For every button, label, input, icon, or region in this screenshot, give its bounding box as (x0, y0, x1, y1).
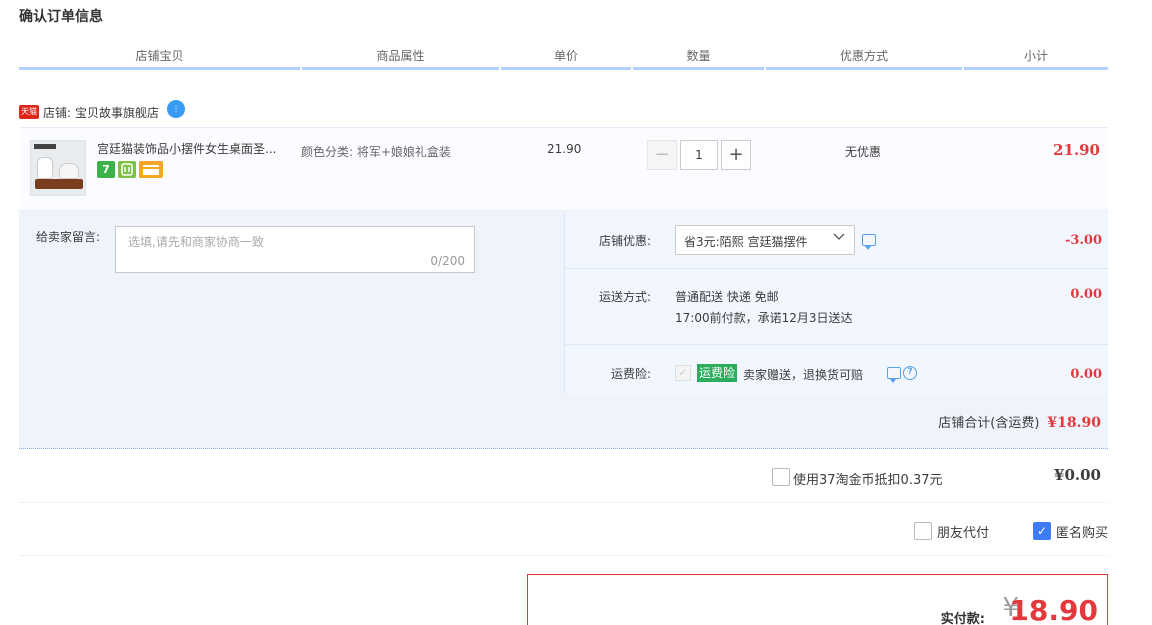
insurance-badge: 运费险 (697, 364, 738, 382)
product-thumbnail[interactable] (30, 140, 86, 196)
order-options-row: 朋友代付 ✓ 匿名购买 (19, 504, 1108, 556)
shop-discount-selected: 省3元:陌熙 宫廷猫摆件 (684, 235, 808, 249)
shop-discount-row: 店铺优惠: 省3元:陌熙 宫廷猫摆件 -3.00 (565, 211, 1109, 269)
insurance-checkbox: ✓ (675, 365, 691, 381)
message-icon[interactable] (887, 367, 901, 383)
shipping-label: 运送方式: (598, 290, 651, 304)
item-subtotal: 21.90 (1053, 141, 1100, 159)
shipping-delivery-promise: 17:00前付款，承诺12月3日送达 (675, 311, 853, 325)
seller-note-input[interactable]: 选填,请先和商家协商一致 0/200 (115, 226, 475, 273)
insurance-row: 运费险: ✓ 运费险 卖家赠送，退换货可赔 ? 0.00 (565, 345, 1109, 394)
column-header-attribute: 商品属性 (302, 44, 499, 70)
guarantee-icon[interactable] (118, 161, 136, 178)
seller-note-placeholder: 选填,请先和商家协商一致 (128, 235, 264, 249)
insurance-amount: 0.00 (1070, 367, 1102, 382)
chevron-down-icon (833, 233, 845, 240)
product-attribute: 颜色分类: 将军+娘娘礼盒装 (301, 145, 451, 159)
payment-label: 实付款: (940, 612, 985, 625)
anonymous-purchase-checkbox[interactable]: ✓ (1033, 522, 1051, 540)
column-header-unit-price: 单价 (501, 44, 631, 70)
chat-bubble-icon[interactable]: ⋮ (167, 100, 186, 118)
friend-pay-checkbox[interactable] (914, 522, 932, 540)
order-detail-panel: 给卖家留言: 选填,请先和商家协商一致 0/200 店铺优惠: 省3元:陌熙 宫… (19, 211, 1109, 449)
payment-summary-box: 实付款: ¥ 18.90 (527, 574, 1108, 625)
quantity-input[interactable]: 1 (680, 140, 718, 170)
help-icon[interactable]: ? (903, 366, 917, 380)
shop-discount-label: 店铺优惠: (598, 234, 651, 248)
column-header-discount: 优惠方式 (766, 44, 962, 70)
shop-summary-section: 店铺优惠: 省3元:陌熙 宫廷猫摆件 -3.00 运送方式: 普通配送 快递 免… (564, 211, 1109, 394)
column-header-quantity: 数量 (633, 44, 764, 70)
seller-note-section: 给卖家留言: 选填,请先和商家协商一致 0/200 (19, 211, 564, 394)
seller-note-char-count: 0/200 (430, 254, 465, 268)
table-header: 店铺宝贝 商品属性 单价 数量 优惠方式 小计 (19, 44, 1108, 70)
shop-label: 店铺: (43, 105, 72, 120)
column-header-shop-item: 店铺宝贝 (19, 44, 300, 70)
shipping-method: 普通配送 快递 免邮 (675, 290, 779, 304)
quantity-decrease-button[interactable]: − (647, 140, 677, 170)
coin-deduction-checkbox[interactable] (772, 468, 790, 486)
friend-pay-label[interactable]: 朋友代付 (937, 522, 989, 541)
shop-discount-amount: -3.00 (1064, 233, 1102, 248)
insurance-label: 运费险: (610, 367, 651, 381)
shop-total: 店铺合计(含运费) ¥18.90 (938, 412, 1101, 431)
seller-note-label: 给卖家留言: (36, 230, 101, 244)
shipping-amount: 0.00 (1070, 287, 1102, 302)
shop-total-label: 店铺合计(含运费) (938, 416, 1040, 431)
shop-discount-select[interactable]: 省3元:陌熙 宫廷猫摆件 (675, 225, 855, 255)
coin-deduction-text: 使用37淘金币抵扣0.37元 (793, 473, 943, 488)
shop-header: 天猫 店铺: 宝贝故事旗舰店 ⋮ (19, 100, 186, 122)
message-icon[interactable] (862, 234, 876, 250)
shipping-row: 运送方式: 普通配送 快递 免邮 17:00前付款，承诺12月3日送达 0.00 (565, 269, 1109, 345)
tmall-icon: 天猫 (19, 105, 39, 119)
shop-name-link[interactable]: 宝贝故事旗舰店 (75, 104, 159, 121)
credit-card-icon[interactable] (139, 161, 163, 178)
seven-day-return-icon[interactable]: 7 (97, 161, 115, 178)
service-tags: 7 (97, 161, 163, 178)
anonymous-purchase-label[interactable]: 匿名购买 (1056, 522, 1108, 541)
insurance-text: 卖家赠送，退换货可赔 (743, 368, 864, 382)
page-title: 确认订单信息 (19, 9, 103, 25)
coin-deduction-row: 使用37淘金币抵扣0.37元 ¥0.00 (19, 451, 1108, 503)
unit-price: 21.90 (547, 142, 582, 156)
shop-total-amount: ¥18.90 (1047, 415, 1101, 431)
coin-deduction-amount: ¥0.00 (1054, 466, 1101, 484)
product-title-link[interactable]: 宫廷猫装饰品小摆件女生桌面圣... (97, 140, 297, 157)
payment-amount: 18.90 (1009, 594, 1098, 625)
item-discount: 无优惠 (845, 145, 882, 159)
column-header-subtotal: 小计 (964, 44, 1108, 70)
quantity-increase-button[interactable]: + (721, 140, 751, 170)
order-item-row: 宫廷猫装饰品小摆件女生桌面圣... 7 颜色分类: 将军+娘娘礼盒装 21.90… (19, 127, 1108, 211)
